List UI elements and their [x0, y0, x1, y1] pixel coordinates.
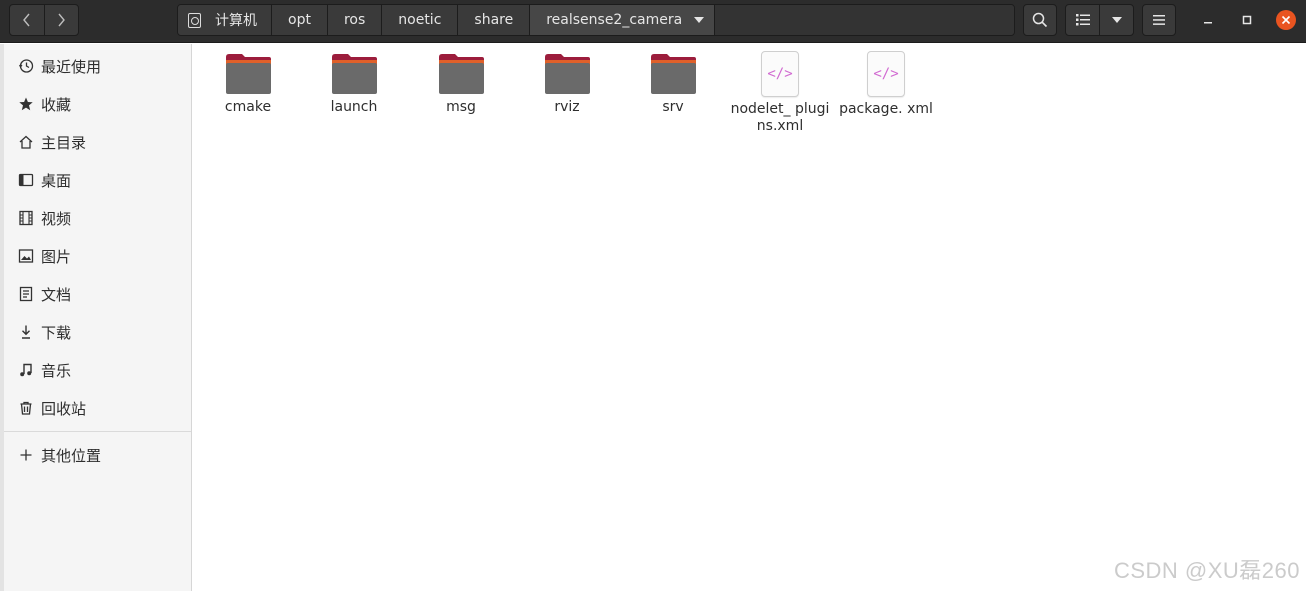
- hamburger-menu-icon: [1153, 15, 1165, 25]
- file-item-xml[interactable]: </> package. xml: [836, 51, 936, 118]
- file-name: package. xml: [839, 101, 933, 117]
- folder-icon: [544, 54, 590, 94]
- chevron-right-icon: [58, 13, 66, 27]
- file-item-xml[interactable]: </> nodelet_ plugins.xml: [730, 51, 830, 135]
- file-view: cmake launch msg rviz srv </> nodelet_ p…: [192, 44, 1306, 591]
- sidebar-item-label: 视频: [41, 209, 72, 228]
- maximize-icon: [1242, 15, 1252, 25]
- navigation-buttons: [9, 4, 79, 36]
- clock-icon: [17, 57, 35, 75]
- file-name: rviz: [554, 99, 580, 115]
- sidebar-item-label: 其他位置: [41, 446, 102, 465]
- search-button[interactable]: [1023, 4, 1057, 36]
- folder-icon: [331, 54, 377, 94]
- sidebar-item-label: 下载: [41, 323, 72, 342]
- chevron-left-icon: [22, 13, 30, 27]
- document-icon: [17, 285, 35, 303]
- forward-button[interactable]: [43, 5, 79, 35]
- minimize-button[interactable]: [1198, 10, 1218, 30]
- sidebar-item-label: 收藏: [41, 95, 72, 114]
- drive-icon: [188, 12, 201, 28]
- folder-icon: [438, 54, 484, 94]
- folder-icon: [650, 54, 696, 94]
- sidebar-item-home[interactable]: 主目录: [4, 123, 191, 161]
- caret-down-icon: [1111, 17, 1122, 23]
- path-segment-opt[interactable]: opt: [272, 5, 328, 35]
- list-view-button[interactable]: [1066, 5, 1099, 35]
- sidebar-item-label: 最近使用: [41, 57, 102, 76]
- home-icon: [17, 133, 35, 151]
- path-root-computer[interactable]: 计算机: [178, 5, 272, 35]
- back-button[interactable]: [10, 5, 44, 35]
- watermark: CSDN @XU磊260: [1113, 558, 1300, 583]
- menu-button[interactable]: [1142, 4, 1176, 36]
- xml-file-icon: </>: [761, 51, 799, 97]
- minimize-icon: [1204, 22, 1212, 24]
- sidebar-item-music[interactable]: 音乐: [4, 351, 191, 389]
- close-icon: [1281, 15, 1291, 25]
- path-current-label: realsense2_camera: [546, 12, 683, 28]
- folder-icon: [225, 54, 271, 94]
- sidebar-item-label: 主目录: [41, 133, 87, 152]
- path-segment-label: noetic: [398, 12, 442, 28]
- sidebar-item-recent[interactable]: 最近使用: [4, 47, 191, 85]
- header-bar: 计算机 opt ros noetic share realsense2_came…: [0, 0, 1306, 43]
- sidebar-item-label: 文档: [41, 285, 72, 304]
- sidebar-item-label: 音乐: [41, 361, 72, 380]
- maximize-button[interactable]: [1237, 10, 1257, 30]
- path-bar: 计算机 opt ros noetic share realsense2_came…: [177, 4, 1015, 36]
- picture-icon: [17, 247, 35, 265]
- close-button[interactable]: [1276, 10, 1296, 30]
- search-icon: [1032, 12, 1048, 28]
- path-segment-label: opt: [288, 12, 311, 28]
- video-icon: [17, 209, 35, 227]
- sidebar-item-desktop[interactable]: 桌面: [4, 161, 191, 199]
- file-item-folder[interactable]: msg: [411, 51, 511, 116]
- trash-icon: [17, 399, 35, 417]
- file-item-folder[interactable]: rviz: [517, 51, 617, 116]
- sidebar-item-starred[interactable]: 收藏: [4, 85, 191, 123]
- file-name: msg: [446, 99, 476, 115]
- sidebar-item-pictures[interactable]: 图片: [4, 237, 191, 275]
- sidebar-item-downloads[interactable]: 下载: [4, 313, 191, 351]
- path-segment-label: share: [474, 12, 514, 28]
- file-name: cmake: [224, 99, 272, 115]
- caret-down-icon: [694, 17, 705, 23]
- view-toggle-group: [1065, 4, 1134, 36]
- download-icon: [17, 323, 35, 341]
- desktop-icon: [17, 171, 35, 189]
- sidebar-item-videos[interactable]: 视频: [4, 199, 191, 237]
- sidebar-item-label: 图片: [41, 247, 72, 266]
- file-name: srv: [662, 99, 684, 115]
- path-segment-label: ros: [343, 12, 366, 28]
- star-icon: [17, 95, 35, 113]
- sidebar-separator: [4, 431, 191, 432]
- file-item-folder[interactable]: srv: [623, 51, 723, 116]
- plus-icon: [17, 446, 35, 464]
- path-segment-ros[interactable]: ros: [327, 5, 383, 35]
- sidebar-item-label: 回收站: [41, 399, 87, 418]
- sidebar-item-other-locations[interactable]: 其他位置: [4, 436, 191, 474]
- file-item-folder[interactable]: cmake: [198, 51, 298, 116]
- sidebar-item-documents[interactable]: 文档: [4, 275, 191, 313]
- file-name: launch: [330, 99, 378, 115]
- view-options-button[interactable]: [1099, 5, 1133, 35]
- path-segment-share[interactable]: share: [458, 5, 531, 35]
- list-view-icon: [1075, 14, 1090, 26]
- sidebar-item-trash[interactable]: 回收站: [4, 389, 191, 427]
- music-icon: [17, 361, 35, 379]
- path-segment-noetic[interactable]: noetic: [382, 5, 459, 35]
- path-bar-empty: [715, 5, 1014, 35]
- sidebar-item-label: 桌面: [41, 171, 72, 190]
- path-root-label: 计算机: [215, 13, 257, 29]
- file-name: nodelet_ plugins.xml: [730, 101, 830, 134]
- path-segment-current[interactable]: realsense2_camera: [530, 5, 716, 35]
- places-sidebar: 最近使用 收藏 主目录 桌面 视频 图片 文档 下载 音乐 回收站 其他位置: [0, 44, 192, 591]
- xml-file-icon: </>: [867, 51, 905, 97]
- file-item-folder[interactable]: launch: [304, 51, 404, 116]
